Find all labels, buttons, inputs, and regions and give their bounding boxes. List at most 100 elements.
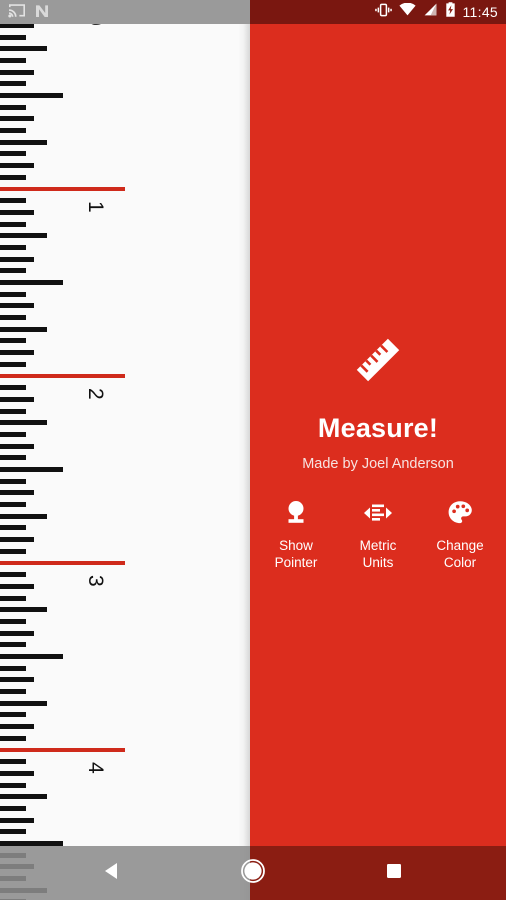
ruler-tick	[0, 759, 26, 765]
ruler-tick	[0, 583, 34, 589]
navigation-bar	[0, 846, 506, 900]
phone-screen: 01234 Measure! Made by Joel Anderson Sho…	[0, 0, 506, 900]
ruler-tick	[0, 385, 26, 391]
palette-icon	[446, 498, 474, 528]
ruler-tick	[0, 291, 26, 297]
ruler-inch-line	[0, 748, 125, 752]
ruler-tick	[0, 607, 47, 613]
ruler-tick	[0, 548, 26, 554]
ruler-tick	[0, 490, 34, 496]
ruler-tick	[0, 81, 26, 87]
ruler-tick	[0, 198, 26, 204]
ruler-tick	[0, 525, 26, 531]
ruler-tick	[0, 268, 26, 274]
ruler-tick	[0, 595, 26, 601]
ruler-tick	[0, 630, 34, 636]
ruler-tick	[0, 618, 26, 624]
back-icon	[101, 860, 123, 887]
ruler-tick	[0, 163, 34, 169]
home-button[interactable]	[225, 846, 281, 900]
ruler-inch-line	[0, 0, 125, 4]
ruler-tick	[0, 420, 47, 426]
ruler-tick	[0, 221, 26, 227]
ruler-panel[interactable]: 0 1 2 3 4	[0, 0, 250, 900]
metric-units-button[interactable]: Metric Units	[344, 498, 412, 571]
ruler-inch-line	[0, 187, 125, 191]
ruler-tick	[0, 116, 34, 122]
info-panel: Measure! Made by Joel Anderson Show Poin…	[250, 0, 506, 900]
ruler-inch-label: 1	[84, 201, 107, 213]
ruler-tick	[0, 57, 26, 63]
ruler-tick	[0, 233, 47, 239]
ruler-inch-label: 0	[84, 14, 107, 26]
ruler-tick	[0, 677, 34, 683]
ruler-tick	[0, 151, 26, 157]
ruler-tick	[0, 724, 34, 730]
ruler-tick	[0, 34, 26, 40]
ruler-tick	[0, 642, 26, 648]
ruler-tick	[0, 338, 26, 344]
info-content: Measure! Made by Joel Anderson Show Poin…	[250, 330, 506, 571]
page-title: Measure!	[317, 413, 439, 443]
ruler-tick	[0, 315, 26, 321]
ruler-tick	[0, 139, 47, 145]
ruler-tick	[0, 104, 26, 110]
ruler-tick	[0, 654, 63, 659]
metric-units-icon	[363, 498, 393, 528]
ruler-tick	[0, 396, 34, 402]
show-pointer-label: Show Pointer	[274, 538, 318, 570]
app-author: Made by Joel Anderson	[302, 456, 454, 472]
ruler-tick	[0, 280, 63, 285]
ruler-tick	[0, 244, 26, 250]
ruler-tick	[0, 174, 26, 180]
ruler-tick	[0, 443, 34, 449]
ruler-tick	[0, 572, 26, 578]
home-icon	[240, 858, 266, 889]
ruler-tick	[0, 69, 34, 75]
ruler-tick	[0, 665, 26, 671]
back-button[interactable]	[84, 846, 140, 900]
ruler-tick	[0, 805, 26, 811]
ruler-tick	[0, 770, 34, 776]
recents-icon	[384, 861, 404, 886]
recents-button[interactable]	[366, 846, 422, 900]
change-color-label: Change Color	[436, 538, 484, 570]
change-color-button[interactable]: Change Color	[426, 498, 494, 571]
ruler-tick	[0, 93, 63, 98]
ruler-tick	[0, 735, 26, 741]
ruler-tick	[0, 22, 34, 28]
ruler-tick	[0, 513, 47, 519]
metric-units-label: Metric Units	[359, 538, 397, 570]
ruler-tick	[0, 455, 26, 461]
ruler-tick	[0, 537, 34, 543]
ruler-tick	[0, 689, 26, 695]
ruler-tick	[0, 794, 47, 800]
action-buttons: Show Pointer Metric Units Change Color	[250, 498, 506, 571]
ruler-tick	[0, 11, 26, 17]
ruler-tick	[0, 782, 26, 788]
ruler-inch-line	[0, 374, 125, 378]
ruler-tick	[0, 817, 34, 823]
ruler-tick	[0, 209, 34, 215]
ruler-tick	[0, 502, 26, 508]
pointer-icon	[282, 498, 310, 528]
ruler-inch-label: 4	[84, 762, 107, 774]
ruler-tick	[0, 431, 26, 437]
ruler-inch-label: 3	[84, 575, 107, 587]
show-pointer-button[interactable]: Show Pointer	[262, 498, 330, 571]
ruler-tick	[0, 361, 26, 367]
ruler-tick	[0, 350, 34, 356]
ruler-tick	[0, 408, 26, 414]
ruler-tick	[0, 303, 34, 309]
ruler-tick	[0, 700, 47, 706]
ruler-inch-line	[0, 561, 125, 565]
ruler-tick	[0, 128, 26, 134]
ruler-icon	[250, 330, 506, 395]
ruler-tick	[0, 46, 47, 52]
ruler-tick	[0, 256, 34, 262]
ruler-tick	[0, 467, 63, 472]
ruler-tick	[0, 326, 47, 332]
ruler-tick	[0, 829, 26, 835]
ruler-tick	[0, 712, 26, 718]
ruler-tick	[0, 478, 26, 484]
